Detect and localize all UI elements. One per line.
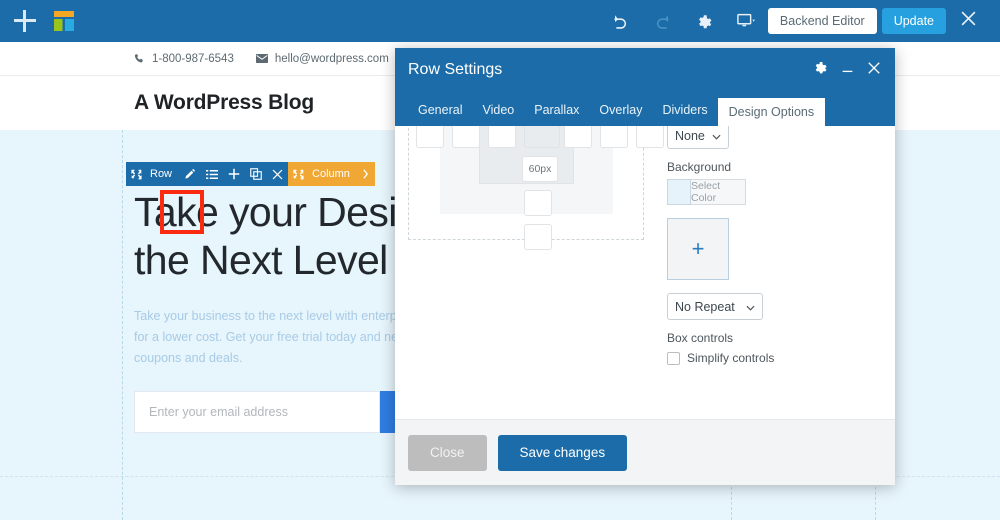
admin-bar: Backend Editor Update xyxy=(0,0,1000,42)
tab-general[interactable]: General xyxy=(408,103,472,126)
modal-body: 60px None Background Select Color + No R… xyxy=(395,126,895,419)
element-toolbar: Row Column xyxy=(126,162,375,186)
copy-icon xyxy=(250,168,262,180)
modal-header: Row Settings General Video Parallax Over… xyxy=(395,48,895,126)
row-move-handle[interactable] xyxy=(126,162,147,186)
plus-icon: + xyxy=(691,236,705,261)
row-layout-button[interactable] xyxy=(201,162,223,186)
chevron-down-icon xyxy=(712,129,721,143)
column-label: Column xyxy=(312,168,350,180)
tab-video[interactable]: Video xyxy=(472,103,524,126)
simplify-controls-row[interactable]: Simplify controls xyxy=(667,351,882,365)
envelope-icon xyxy=(255,54,268,63)
simplify-controls-checkbox[interactable] xyxy=(667,351,680,365)
tab-parallax[interactable]: Parallax xyxy=(524,103,589,126)
border-right-input[interactable] xyxy=(600,126,628,148)
margin-top-input[interactable] xyxy=(416,126,444,148)
visual-composer-logo[interactable] xyxy=(52,9,76,33)
border-top-input[interactable] xyxy=(452,126,480,148)
close-icon xyxy=(960,10,977,32)
tab-design-options[interactable]: Design Options xyxy=(717,98,826,126)
site-title: A WordPress Blog xyxy=(134,91,314,114)
minimize-icon xyxy=(841,61,854,79)
box-controls-label: Box controls xyxy=(667,331,734,345)
gear-icon xyxy=(813,60,828,80)
plus-icon xyxy=(228,168,240,180)
color-swatch xyxy=(667,179,691,205)
add-element-button[interactable] xyxy=(12,8,38,34)
background-color-picker[interactable]: Select Color xyxy=(667,179,746,205)
box-center-value-input[interactable]: 60px xyxy=(522,156,558,182)
redo-icon xyxy=(654,13,671,30)
settings-button[interactable] xyxy=(684,0,726,42)
undo-icon xyxy=(612,13,629,30)
select-color-label: Select Color xyxy=(691,179,746,205)
screen: 1-800-987-6543 hello@wordpress.com Log A… xyxy=(0,0,1000,520)
row-delete-button[interactable] xyxy=(267,162,288,186)
close-icon xyxy=(867,61,881,80)
move-icon xyxy=(293,169,304,180)
modal-close-button[interactable] xyxy=(867,61,881,80)
phone-icon xyxy=(134,53,145,64)
column-move-handle[interactable] xyxy=(288,162,309,186)
modal-tabs: General Video Parallax Overlay Dividers … xyxy=(395,92,895,126)
update-button[interactable]: Update xyxy=(881,8,946,34)
topbar-phone[interactable]: 1-800-987-6543 xyxy=(134,53,234,65)
modal-settings-button[interactable] xyxy=(813,60,828,80)
box-center-top-blank xyxy=(524,126,560,148)
design-options-panel: None Background Select Color + No Repeat xyxy=(667,126,882,365)
topbar-phone-label: 1-800-987-6543 xyxy=(152,52,234,65)
margin-bottom-input[interactable] xyxy=(524,224,552,250)
topbar-email[interactable]: hello@wordpress.com xyxy=(255,52,389,65)
background-repeat-select[interactable]: No Repeat xyxy=(667,293,763,320)
modal-minimize-button[interactable] xyxy=(841,61,854,79)
chevron-down-icon xyxy=(746,300,755,314)
padding-right-input[interactable] xyxy=(564,126,592,148)
tab-overlay[interactable]: Overlay xyxy=(589,103,652,126)
row-label: Row xyxy=(150,168,173,180)
responsive-preview-button[interactable] xyxy=(726,0,768,42)
backend-editor-button[interactable]: Backend Editor xyxy=(767,8,877,34)
topbar-email-label: hello@wordpress.com xyxy=(274,52,389,65)
column-expand-button[interactable] xyxy=(357,162,375,186)
background-repeat-value: No Repeat xyxy=(675,299,735,314)
box-model-editor: 60px xyxy=(408,126,664,250)
margin-right-input[interactable] xyxy=(636,126,664,148)
row-toolbar: Row xyxy=(126,162,289,186)
border-style-select[interactable]: None xyxy=(667,126,729,149)
row-edit-button[interactable] xyxy=(179,162,201,186)
chevron-right-icon xyxy=(362,169,369,179)
tab-dividers[interactable]: Dividers xyxy=(652,103,717,126)
padding-top-input[interactable] xyxy=(488,126,516,148)
move-icon xyxy=(131,169,142,180)
row-clone-button[interactable] xyxy=(245,162,267,186)
desktop-preview-icon xyxy=(737,13,757,29)
row-add-button[interactable] xyxy=(223,162,245,186)
redo-button[interactable] xyxy=(642,0,684,42)
column-toolbar: Column xyxy=(288,162,375,186)
background-label: Background xyxy=(667,160,732,174)
row-settings-modal: Row Settings General Video Parallax Over… xyxy=(395,48,895,485)
exit-editor-button[interactable] xyxy=(946,0,990,42)
guide-line-left xyxy=(122,130,123,520)
simplify-controls-label: Simplify controls xyxy=(687,351,775,365)
close-button[interactable]: Close xyxy=(408,434,487,471)
gear-icon xyxy=(696,13,713,30)
background-image-add[interactable]: + xyxy=(667,218,729,280)
padding-bottom-input[interactable] xyxy=(524,190,552,216)
pencil-icon xyxy=(184,168,196,180)
save-changes-button[interactable]: Save changes xyxy=(497,434,628,471)
undo-button[interactable] xyxy=(600,0,642,42)
email-input[interactable]: Enter your email address xyxy=(134,391,380,433)
list-icon xyxy=(206,169,219,180)
close-icon xyxy=(272,169,283,180)
border-style-value: None xyxy=(675,129,705,143)
modal-title: Row Settings xyxy=(408,61,503,78)
modal-footer: Close Save changes xyxy=(395,419,895,485)
